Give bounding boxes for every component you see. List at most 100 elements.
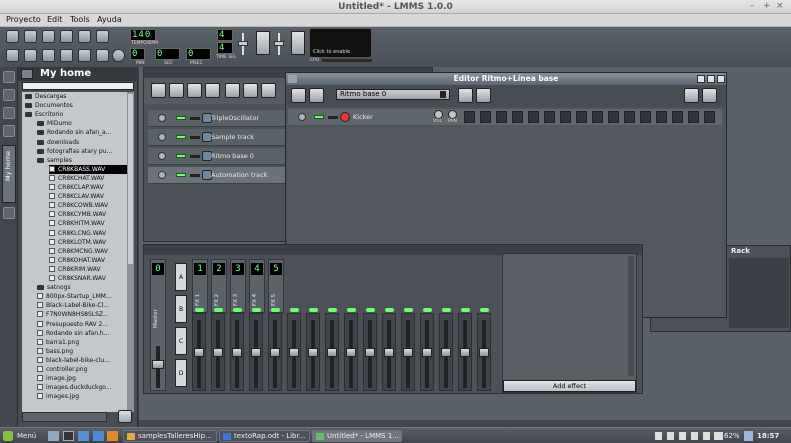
fx-send-led[interactable] xyxy=(309,308,318,312)
taskbar-window-2[interactable]: textoRap.odt - Libr... xyxy=(219,430,310,442)
files-icon[interactable] xyxy=(78,431,89,441)
automation-editor-icon[interactable] xyxy=(60,49,73,62)
step-button[interactable] xyxy=(704,111,715,123)
menu-ayuda[interactable]: Ayuda xyxy=(97,15,122,24)
fx-fader-knob[interactable] xyxy=(327,348,337,357)
shield-icon[interactable] xyxy=(744,431,753,441)
menu-tools[interactable]: Tools xyxy=(70,15,90,24)
fx-send-led[interactable] xyxy=(423,308,432,312)
tree-folder-item[interactable]: fotografias atary pu... xyxy=(37,147,127,156)
fx-fader-strip[interactable] xyxy=(325,308,339,391)
remove-steps-icon[interactable] xyxy=(684,88,699,103)
fx-fader-knob[interactable] xyxy=(384,348,394,357)
master-volume-knob[interactable] xyxy=(256,31,270,55)
track-solo-slider[interactable] xyxy=(190,174,200,177)
master-pitch-handle[interactable] xyxy=(274,41,284,46)
track-solo-slider[interactable] xyxy=(190,136,200,139)
tree-file-item[interactable]: barra1.png xyxy=(37,338,127,347)
tree-file-item[interactable]: CR8KCOWB.WAV xyxy=(49,201,127,210)
track-solo-slider[interactable] xyxy=(190,117,200,120)
step-button[interactable] xyxy=(608,111,619,123)
tree-file-item[interactable]: Rodando sin afan.h... xyxy=(37,329,127,338)
fx-fader-strip[interactable] xyxy=(439,308,453,391)
step-button[interactable] xyxy=(576,111,587,123)
fx-channel-strip[interactable]: 5 FX 5 xyxy=(268,259,284,313)
tree-file-item[interactable]: CR8KBASS.WAV xyxy=(49,164,127,174)
fx-send-led[interactable] xyxy=(195,308,204,312)
beat-play-icon[interactable] xyxy=(291,88,306,103)
browser-hscrollbar[interactable] xyxy=(22,412,107,422)
step-button[interactable] xyxy=(624,111,635,123)
add-automation-icon[interactable] xyxy=(476,88,491,103)
step-button[interactable] xyxy=(672,111,683,123)
bluetooth-icon[interactable] xyxy=(679,432,686,440)
track-gear-icon[interactable] xyxy=(158,133,166,141)
fx-send-led[interactable] xyxy=(233,308,242,312)
fx-fader-strip[interactable] xyxy=(477,308,491,391)
tree-scroll-thumb[interactable] xyxy=(128,94,133,264)
beat-editor-maximize-button[interactable] xyxy=(707,75,715,83)
fx-send-led[interactable] xyxy=(461,308,470,312)
add-sample-track-icon[interactable] xyxy=(243,83,258,98)
network-icon[interactable] xyxy=(691,432,698,440)
clock[interactable]: 18:57 xyxy=(757,432,779,440)
cpu-meter[interactable]: Click to enable xyxy=(309,28,372,58)
song-play-icon[interactable] xyxy=(151,83,166,98)
song-record-icon[interactable] xyxy=(169,83,184,98)
tree-folder-item[interactable]: Escritorio xyxy=(25,110,127,119)
fx-fader-knob[interactable] xyxy=(346,348,356,357)
favorites-tab-icon[interactable] xyxy=(3,125,15,137)
track-mute-led[interactable] xyxy=(314,115,324,119)
tree-file-item[interactable]: black-label-bike-clu... xyxy=(37,356,127,365)
fx-fader-knob[interactable] xyxy=(479,348,489,357)
fx-fader-strip[interactable] xyxy=(401,308,415,391)
tree-file-item[interactable]: 800px-Startup_LMM... xyxy=(37,292,127,301)
my-home-tab[interactable]: My home xyxy=(2,145,16,203)
new-from-template-icon[interactable] xyxy=(24,30,37,43)
recent-projects-icon[interactable] xyxy=(60,30,73,43)
add-beat-track-icon[interactable] xyxy=(458,88,473,103)
fx-send-led[interactable] xyxy=(385,308,394,312)
add-automation-track-icon[interactable] xyxy=(261,83,276,98)
pan-knob[interactable] xyxy=(448,110,457,119)
fx-channel-strip[interactable]: 4 FX 4 xyxy=(249,259,265,313)
tree-file-item[interactable]: images.duckduckgo... xyxy=(37,383,127,392)
beat-editor-icon[interactable] xyxy=(24,49,37,62)
tree-folder-item[interactable]: samples xyxy=(37,156,127,165)
workspace-hscrollbar[interactable] xyxy=(139,420,791,427)
song-track[interactable]: Automation track xyxy=(148,167,288,184)
browser-icon[interactable] xyxy=(93,431,104,441)
fx-fader-knob[interactable] xyxy=(441,348,451,357)
fx-send-led[interactable] xyxy=(214,308,223,312)
tree-file-item[interactable]: CR8KCLAP.WAV xyxy=(49,183,127,192)
app-launcher-icon[interactable] xyxy=(107,431,118,441)
step-button[interactable] xyxy=(464,111,475,123)
menu-proyecto[interactable]: Proyecto xyxy=(6,15,41,24)
track-gear-icon[interactable] xyxy=(158,114,166,122)
updates-icon[interactable] xyxy=(667,432,674,440)
project-notes-icon[interactable] xyxy=(96,49,109,62)
effects-scrollbar[interactable] xyxy=(628,256,634,376)
fx-fader-strip[interactable] xyxy=(268,308,282,391)
step-button[interactable] xyxy=(688,111,699,123)
step-button[interactable] xyxy=(528,111,539,123)
fx-fader-strip[interactable] xyxy=(306,308,320,391)
fx-send-led[interactable] xyxy=(290,308,299,312)
root-tab-icon[interactable] xyxy=(3,207,15,219)
fx-fader-knob[interactable] xyxy=(289,348,299,357)
track-name[interactable]: Sample track xyxy=(211,133,254,141)
maximize-button[interactable]: + xyxy=(763,1,771,11)
fx-fader-strip[interactable] xyxy=(344,308,358,391)
tree-folder-item[interactable]: Descargas xyxy=(25,92,127,101)
tree-file-item[interactable]: images.jpg xyxy=(37,392,127,401)
fx-fader-knob[interactable] xyxy=(270,348,280,357)
mixer-master-channel[interactable]: 0 Master xyxy=(150,259,166,391)
tree-file-item[interactable]: Presupuesto RAV 2... xyxy=(37,320,127,329)
fx-fader-knob[interactable] xyxy=(422,348,432,357)
fx-fader-knob[interactable] xyxy=(403,348,413,357)
open-project-icon[interactable] xyxy=(42,30,55,43)
terminal-icon[interactable] xyxy=(63,431,74,441)
beat-editor-minimize-button[interactable] xyxy=(697,75,705,83)
song-track[interactable]: Sample track xyxy=(148,129,288,146)
tree-folder-item[interactable]: Documentos xyxy=(25,101,127,110)
